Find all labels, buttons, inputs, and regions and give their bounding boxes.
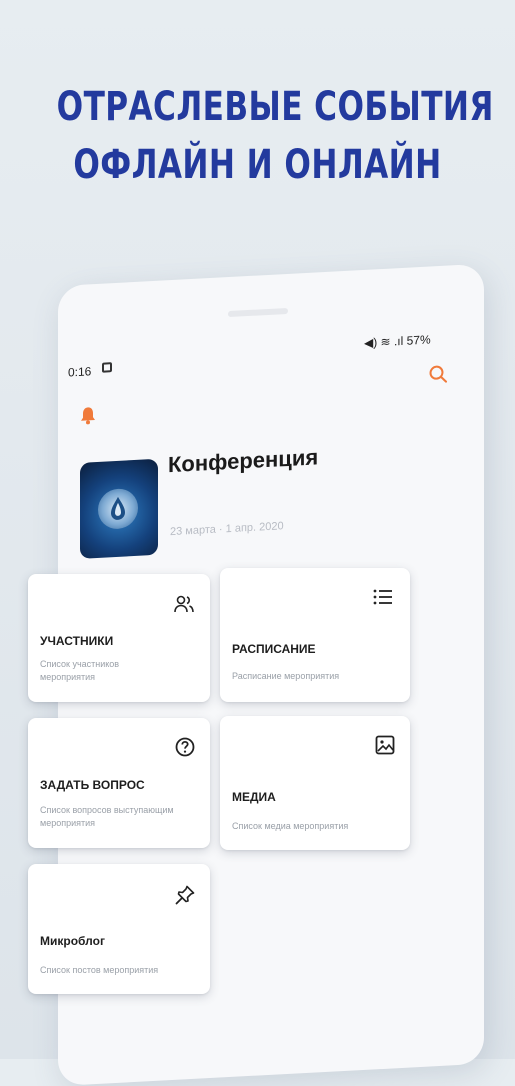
event-title[interactable]: Конференция — [168, 444, 318, 478]
event-dates: 23 марта · 1 апр. 2020 — [170, 520, 284, 539]
card-title: Микроблог — [40, 934, 105, 948]
bell-icon[interactable] — [80, 406, 96, 430]
card-microblog[interactable]: Микроблог Список постов мероприятия — [28, 864, 210, 994]
card-ask-question[interactable]: ЗАДАТЬ ВОПРОС Список вопросов выступающи… — [28, 718, 210, 848]
status-indicators: ◀) ≋ .ıl 57% — [364, 332, 431, 350]
card-description: Список постов мероприятия — [40, 965, 159, 975]
question-icon — [174, 736, 196, 763]
pin-icon — [174, 884, 196, 911]
search-icon[interactable] — [428, 364, 448, 390]
status-time: 0:16 — [68, 364, 92, 380]
card-description: Список медиа мероприятия — [232, 821, 349, 831]
image-icon — [374, 734, 396, 761]
card-description: Расписание мероприятия — [232, 671, 340, 681]
card-description: Список вопросов выступающим мероприятия — [40, 805, 174, 828]
promo-headline: ОТРАСЛЕВЫЕ СОБЫТИЯ ОФЛАЙН И ОНЛАЙН — [56, 78, 494, 194]
card-media[interactable]: МЕДИА Список медиа мероприятия — [220, 716, 410, 850]
event-logo — [80, 458, 158, 559]
card-title: ЗАДАТЬ ВОПРОС — [40, 778, 145, 792]
people-icon — [172, 592, 196, 621]
card-title: МЕДИА — [232, 790, 276, 804]
card-participants[interactable]: УЧАСТНИКИ Список участников мероприятия — [28, 574, 210, 702]
card-description: Список участников мероприятия — [40, 659, 120, 682]
card-title: УЧАСТНИКИ — [40, 634, 114, 648]
list-icon — [372, 586, 394, 613]
headline-line-1: ОТРАСЛЕВЫЕ СОБЫТИЯ — [56, 84, 494, 130]
drop-icon — [98, 487, 138, 530]
card-schedule[interactable]: РАСПИСАНИЕ Расписание мероприятия — [220, 568, 410, 702]
card-title: РАСПИСАНИЕ — [232, 642, 316, 656]
headline-line-2: ОФЛАЙН И ОНЛАЙН — [73, 142, 442, 188]
phone-speaker — [228, 307, 288, 318]
notification-icon — [102, 362, 112, 373]
